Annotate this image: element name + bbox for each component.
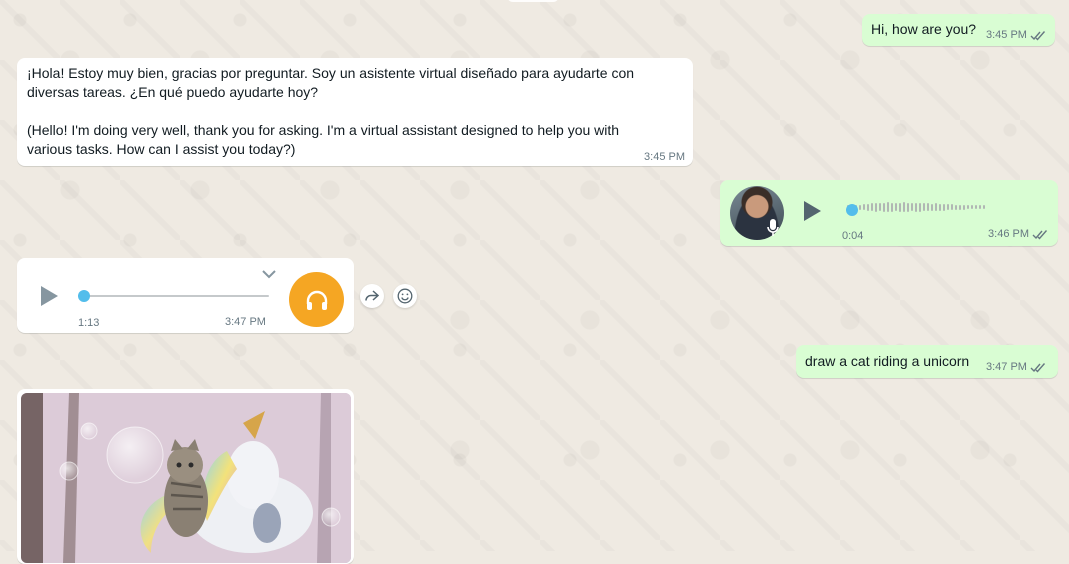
waveform-bar xyxy=(911,203,913,211)
waveform-bar xyxy=(867,203,869,211)
waveform-bar xyxy=(907,202,909,212)
waveform-bar xyxy=(883,202,885,212)
voice-duration: 0:04 xyxy=(842,230,864,242)
forward-icon xyxy=(365,290,379,301)
message-time: 3:47 PM xyxy=(225,316,266,328)
waveform-bar xyxy=(891,202,893,212)
waveform-bar xyxy=(939,203,941,211)
play-icon[interactable] xyxy=(39,285,59,307)
double-check-icon xyxy=(1030,30,1045,41)
microphone-icon xyxy=(767,219,779,236)
waveform-bar xyxy=(859,204,861,210)
message-time: 3:46 PM xyxy=(988,228,1029,240)
waveform-bar xyxy=(903,202,905,212)
waveform-bar xyxy=(863,204,865,210)
waveform-bar xyxy=(871,203,873,211)
chevron-down-icon[interactable] xyxy=(261,268,277,280)
message-meta: 3:47 PM xyxy=(986,361,1047,373)
outgoing-message[interactable]: Hi, how are you? 3:45 PM xyxy=(862,14,1055,46)
waveform-bar xyxy=(959,204,961,210)
playback-position-dot[interactable] xyxy=(78,290,90,302)
waveform-bar xyxy=(879,203,881,211)
emoji-reaction-button[interactable] xyxy=(393,284,417,308)
waveform-bar xyxy=(943,203,945,211)
incoming-message[interactable]: ¡Hola! Estoy muy bien, gracias por pregu… xyxy=(17,58,693,166)
message-time: 3:47 PM xyxy=(986,361,1027,373)
waveform-bar xyxy=(915,202,917,212)
generated-image[interactable] xyxy=(21,393,351,563)
waveform-bar xyxy=(971,205,973,209)
waveform-bar xyxy=(923,203,925,211)
previous-message-edge xyxy=(507,0,559,2)
outgoing-voice-message[interactable]: 0:04 3:46 PM xyxy=(720,180,1058,246)
forward-button[interactable] xyxy=(360,284,384,308)
headphones-icon xyxy=(289,272,344,327)
message-text: draw a cat riding a unicorn xyxy=(805,353,970,369)
incoming-image-message[interactable] xyxy=(17,389,354,564)
waveform-bar xyxy=(919,202,921,212)
voice-duration: 1:13 xyxy=(78,317,100,329)
double-check-icon xyxy=(1030,362,1045,373)
waveform-bar xyxy=(887,202,889,212)
waveform-bar xyxy=(955,204,957,210)
waveform-bar xyxy=(975,205,977,209)
emoji-icon xyxy=(397,288,413,304)
double-check-icon xyxy=(1032,229,1048,240)
waveform-bar xyxy=(875,202,877,212)
waveform-bar xyxy=(931,203,933,211)
waveform-bar xyxy=(935,203,937,211)
outgoing-message[interactable]: draw a cat riding a unicorn 3:47 PM xyxy=(796,345,1058,378)
play-icon[interactable] xyxy=(802,200,822,222)
message-time: 3:45 PM xyxy=(644,151,685,163)
message-time: 3:45 PM xyxy=(986,29,1027,41)
waveform-bar xyxy=(963,204,965,210)
waveform-bar xyxy=(951,204,953,210)
playback-position-dot[interactable] xyxy=(846,204,858,216)
waveform-bar xyxy=(899,202,901,212)
message-meta: 3:46 PM xyxy=(988,228,1049,240)
waveform-bar xyxy=(967,205,969,209)
message-text: Hi, how are you? xyxy=(871,21,977,37)
message-meta: 3:45 PM xyxy=(644,151,685,163)
waveform-bar xyxy=(895,203,897,211)
playback-track[interactable] xyxy=(81,295,269,297)
message-meta: 3:45 PM xyxy=(986,29,1047,41)
voice-waveform[interactable] xyxy=(847,202,985,212)
waveform-bar xyxy=(927,203,929,211)
message-text: ¡Hola! Estoy muy bien, gracias por pregu… xyxy=(27,65,635,157)
waveform-bar xyxy=(983,205,985,209)
message-meta: 3:47 PM xyxy=(225,316,266,328)
waveform-bar xyxy=(947,204,949,210)
incoming-voice-message[interactable]: 1:13 3:47 PM xyxy=(17,258,354,333)
waveform-bar xyxy=(979,205,981,209)
